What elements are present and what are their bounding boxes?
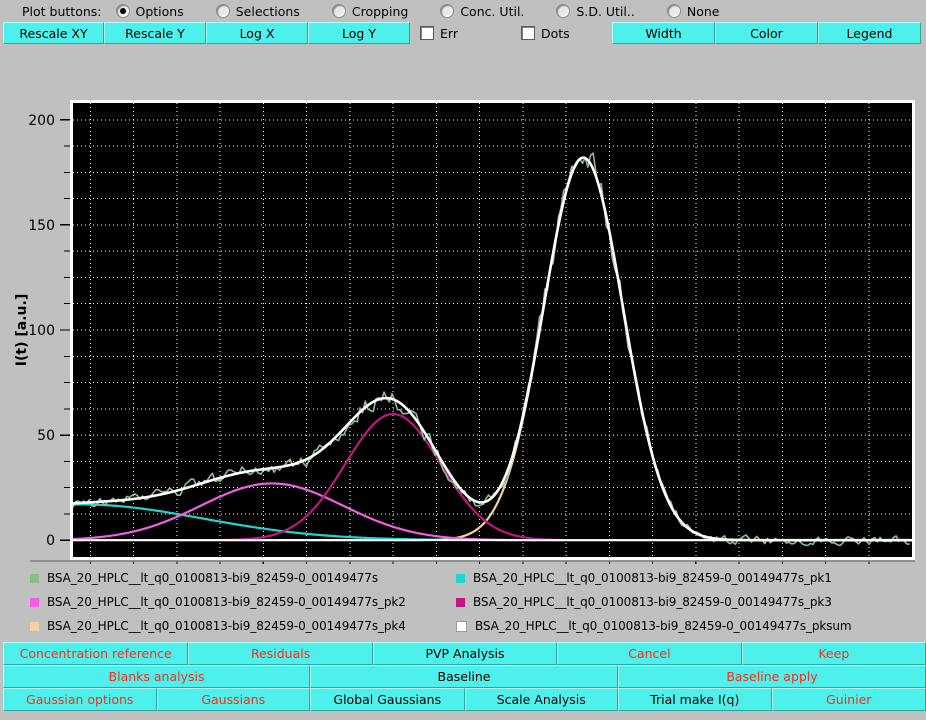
- pvp-analysis-button[interactable]: PVP Analysis: [373, 642, 557, 665]
- keep-button[interactable]: Keep: [742, 642, 926, 665]
- plot-canvas: [73, 103, 912, 557]
- chromatogram-plot[interactable]: 05010015020050100150Time [a.u.]I(t) [a.u…: [0, 44, 926, 564]
- log-x-button[interactable]: Log X: [206, 22, 308, 44]
- legend-label-pk1: BSA_20_HPLC__lt_q0_0100813-bi9_82459-0_0…: [473, 571, 832, 585]
- legend-item-pk1[interactable]: BSA_20_HPLC__lt_q0_0100813-bi9_82459-0_0…: [450, 566, 926, 590]
- dots-checkbox-group[interactable]: Dots: [511, 22, 612, 44]
- legend-label-data: BSA_20_HPLC__lt_q0_0100813-bi9_82459-0_0…: [47, 571, 378, 585]
- guinier-button[interactable]: Guinier: [772, 688, 926, 711]
- y-tick-label: 150: [28, 218, 55, 234]
- err-label: Err: [440, 26, 458, 41]
- color-button[interactable]: Color: [715, 22, 818, 44]
- global-gaussians-button[interactable]: Global Gaussians: [310, 688, 465, 711]
- plot-legend: BSA_20_HPLC__lt_q0_0100813-bi9_82459-0_0…: [0, 564, 926, 636]
- radio-label-sd-util: S.D. Util..: [576, 4, 634, 19]
- legend-label-pk3: BSA_20_HPLC__lt_q0_0100813-bi9_82459-0_0…: [473, 595, 832, 609]
- legend-item-pk3[interactable]: BSA_20_HPLC__lt_q0_0100813-bi9_82459-0_0…: [450, 590, 926, 614]
- residuals-button[interactable]: Residuals: [188, 642, 372, 665]
- legend-item-pksum[interactable]: BSA_20_HPLC__lt_q0_0100813-bi9_82459-0_0…: [450, 614, 926, 638]
- radio-conc-util[interactable]: Conc. Util.: [440, 4, 524, 19]
- width-button[interactable]: Width: [612, 22, 715, 44]
- radio-sd-util[interactable]: S.D. Util..: [556, 4, 634, 19]
- baseline-apply-button[interactable]: Baseline apply: [618, 665, 926, 688]
- radio-label-none: None: [687, 4, 720, 19]
- legend-swatch-pk2: [30, 598, 39, 607]
- radio-selections[interactable]: Selections: [216, 4, 300, 19]
- radio-none[interactable]: None: [667, 4, 720, 19]
- action-row-1: Concentration reference Residuals PVP An…: [0, 642, 926, 665]
- plot-toolbar: Rescale XY Rescale Y Log X Log Y Err Dot…: [0, 22, 926, 44]
- y-tick-label: 200: [28, 113, 55, 129]
- application-window: Plot buttons: Options Selections Croppin…: [0, 0, 926, 720]
- radio-button-icon-selections[interactable]: [216, 4, 230, 18]
- blanks-analysis-button[interactable]: Blanks analysis: [3, 665, 310, 688]
- legend-label-pk4: BSA_20_HPLC__lt_q0_0100813-bi9_82459-0_0…: [47, 619, 406, 633]
- err-checkbox[interactable]: [420, 26, 434, 40]
- radio-button-icon-conc-util[interactable]: [440, 4, 454, 18]
- action-row-2: Blanks analysis Baseline Baseline apply: [0, 665, 926, 688]
- legend-swatch-pk3: [456, 598, 465, 607]
- cancel-button[interactable]: Cancel: [557, 642, 741, 665]
- radio-label-cropping: Cropping: [352, 4, 408, 19]
- y-tick-label: 50: [37, 428, 55, 444]
- plot-area[interactable]: 05010015020050100150Time [a.u.]I(t) [a.u…: [0, 44, 926, 564]
- baseline-button[interactable]: Baseline: [310, 665, 618, 688]
- err-checkbox-group[interactable]: Err: [410, 22, 511, 44]
- radio-cropping[interactable]: Cropping: [332, 4, 408, 19]
- concentration-reference-button[interactable]: Concentration reference: [3, 642, 188, 665]
- action-button-panel: Concentration reference Residuals PVP An…: [0, 636, 926, 711]
- gaussians-button[interactable]: Gaussians: [157, 688, 311, 711]
- dots-label: Dots: [541, 26, 570, 41]
- legend-item-pk2[interactable]: BSA_20_HPLC__lt_q0_0100813-bi9_82459-0_0…: [0, 590, 450, 614]
- gaussian-options-button[interactable]: Gaussian options: [3, 688, 157, 711]
- legend-swatch-pksum: [456, 621, 467, 632]
- radio-label-conc-util: Conc. Util.: [460, 4, 524, 19]
- scale-analysis-button[interactable]: Scale Analysis: [465, 688, 619, 711]
- rescale-xy-button[interactable]: Rescale XY: [3, 22, 104, 44]
- radio-button-icon-cropping[interactable]: [332, 4, 346, 18]
- plot-buttons-label: Plot buttons:: [22, 4, 102, 19]
- radio-button-icon-sd-util[interactable]: [556, 4, 570, 18]
- log-y-button[interactable]: Log Y: [308, 22, 410, 44]
- radio-button-icon-none[interactable]: [667, 4, 681, 18]
- legend-label-pksum: BSA_20_HPLC__lt_q0_0100813-bi9_82459-0_0…: [475, 619, 852, 633]
- plot-buttons-bar: Plot buttons: Options Selections Croppin…: [0, 0, 926, 22]
- legend-swatch-data: [30, 574, 39, 583]
- rescale-y-button[interactable]: Rescale Y: [104, 22, 206, 44]
- legend-item-data[interactable]: BSA_20_HPLC__lt_q0_0100813-bi9_82459-0_0…: [0, 566, 450, 590]
- legend-swatch-pk4: [30, 622, 39, 631]
- dots-checkbox[interactable]: [521, 26, 535, 40]
- legend-swatch-pk1: [456, 574, 465, 583]
- y-tick-label: 0: [46, 533, 55, 549]
- legend-label-pk2: BSA_20_HPLC__lt_q0_0100813-bi9_82459-0_0…: [47, 595, 406, 609]
- y-axis-title: I(t) [a.u.]: [14, 294, 30, 366]
- radio-button-icon-options[interactable]: [116, 4, 130, 18]
- radio-label-selections: Selections: [236, 4, 300, 19]
- trial-make-iq-button[interactable]: Trial make I(q): [618, 688, 772, 711]
- radio-options[interactable]: Options: [116, 4, 184, 19]
- legend-item-pk4[interactable]: BSA_20_HPLC__lt_q0_0100813-bi9_82459-0_0…: [0, 614, 450, 638]
- legend-button[interactable]: Legend: [818, 22, 921, 44]
- action-row-3: Gaussian options Gaussians Global Gaussi…: [0, 688, 926, 711]
- y-tick-label: 100: [28, 323, 55, 339]
- radio-label-options: Options: [136, 4, 184, 19]
